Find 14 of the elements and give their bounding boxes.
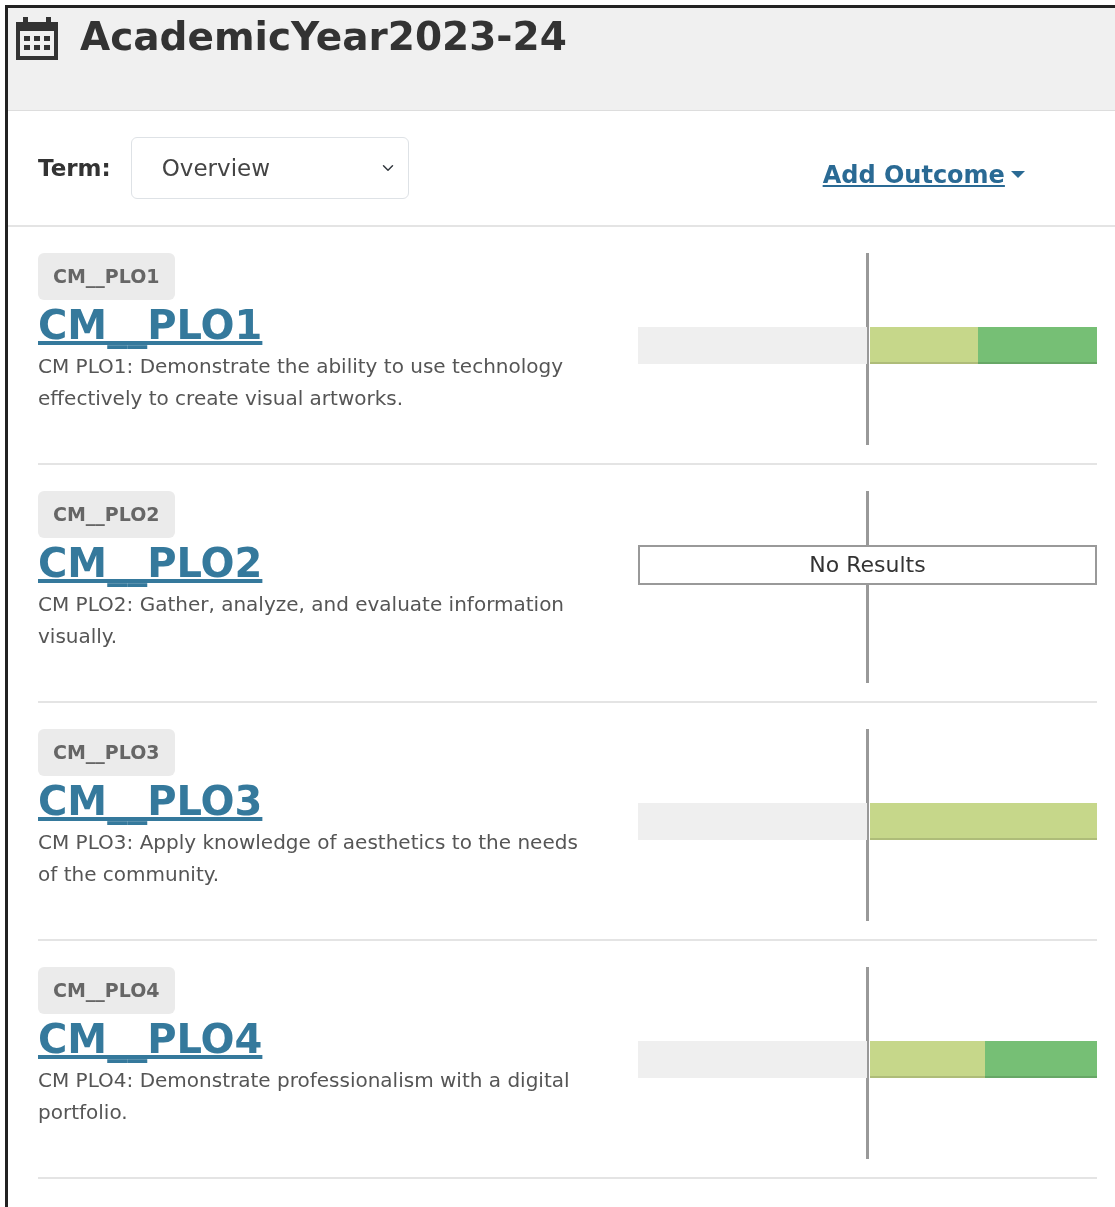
calendar-icon [14,16,60,62]
outcome-tag: CM__PLO4 [38,967,175,1014]
page-title: AcademicYear2023-24 [80,16,567,59]
outcome-description: CM PLO3: Apply knowledge of aesthetics to the needs of the community. [38,828,578,888]
outcome-tag: CM__PLO1 [38,253,175,300]
outcome-description: CM PLO1: Demonstrate the ability to use technology effectively to create visual artworks. [38,352,565,412]
term-select[interactable]: Overview [130,137,409,199]
add-outcome-link[interactable]: Add Outcome [822,157,1025,193]
outcome-tag: CM__PLO2 [38,491,175,538]
no-results-box: No Results [638,545,1097,585]
outcome-description: CM PLO2: Gather, analyze, and evaluate information visually. [38,590,566,650]
outcome-tag: CM__PLO3 [38,729,175,776]
term-label: Term: [38,153,111,183]
outcome-description: CM PLO4: Demonstrate professionalism with a digital portfolio. [38,1066,571,1126]
